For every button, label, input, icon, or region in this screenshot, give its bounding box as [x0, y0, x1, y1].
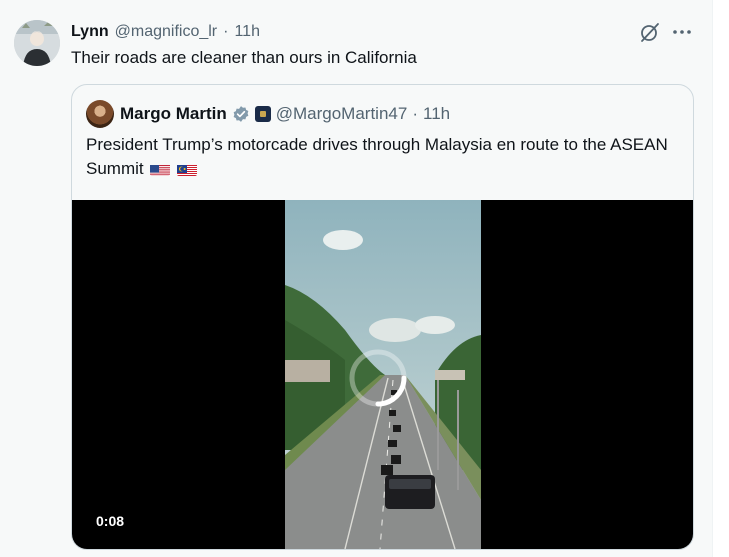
malaysia-flag-icon [177, 162, 198, 176]
affiliation-badge-icon [254, 106, 271, 122]
tweet-text: Their roads are cleaner than ours in Cal… [71, 48, 417, 67]
more-icon[interactable] [670, 20, 694, 44]
quoted-timestamp[interactable]: 11h [423, 104, 450, 124]
grok-icon[interactable] [638, 20, 662, 44]
quoted-handle[interactable]: @MargoMartin47 [276, 104, 408, 124]
verified-badge-icon [233, 106, 249, 122]
video-player[interactable]: 0:08 [72, 200, 693, 549]
quoted-text-body: President Trump’s motorcade drives throu… [86, 135, 668, 178]
tweet-card[interactable]: Lynn @magnifico_lr · 11h Their roads are… [0, 0, 712, 557]
quoted-separator: · [412, 104, 418, 123]
video-duration: 0:08 [96, 513, 125, 529]
us-flag-icon [150, 162, 171, 176]
tweet-header: Lynn @magnifico_lr · 11h [71, 21, 260, 43]
display-name[interactable]: Lynn [71, 23, 109, 41]
avatar[interactable] [14, 20, 60, 66]
quoted-tweet[interactable]: Margo Martin @MargoMartin47 · 11h Presid… [71, 84, 694, 550]
timestamp[interactable]: 11h [234, 23, 260, 41]
quoted-avatar[interactable] [86, 100, 114, 128]
quoted-text: President Trump’s motorcade drives throu… [86, 133, 676, 181]
loading-spinner-icon [349, 349, 407, 407]
handle[interactable]: @magnifico_lr [115, 23, 218, 41]
quoted-header: Margo Martin @MargoMartin47 · 11h [120, 103, 450, 125]
separator: · [223, 23, 229, 40]
scrollbar-gutter [712, 0, 729, 557]
quoted-display-name[interactable]: Margo Martin [120, 104, 227, 124]
